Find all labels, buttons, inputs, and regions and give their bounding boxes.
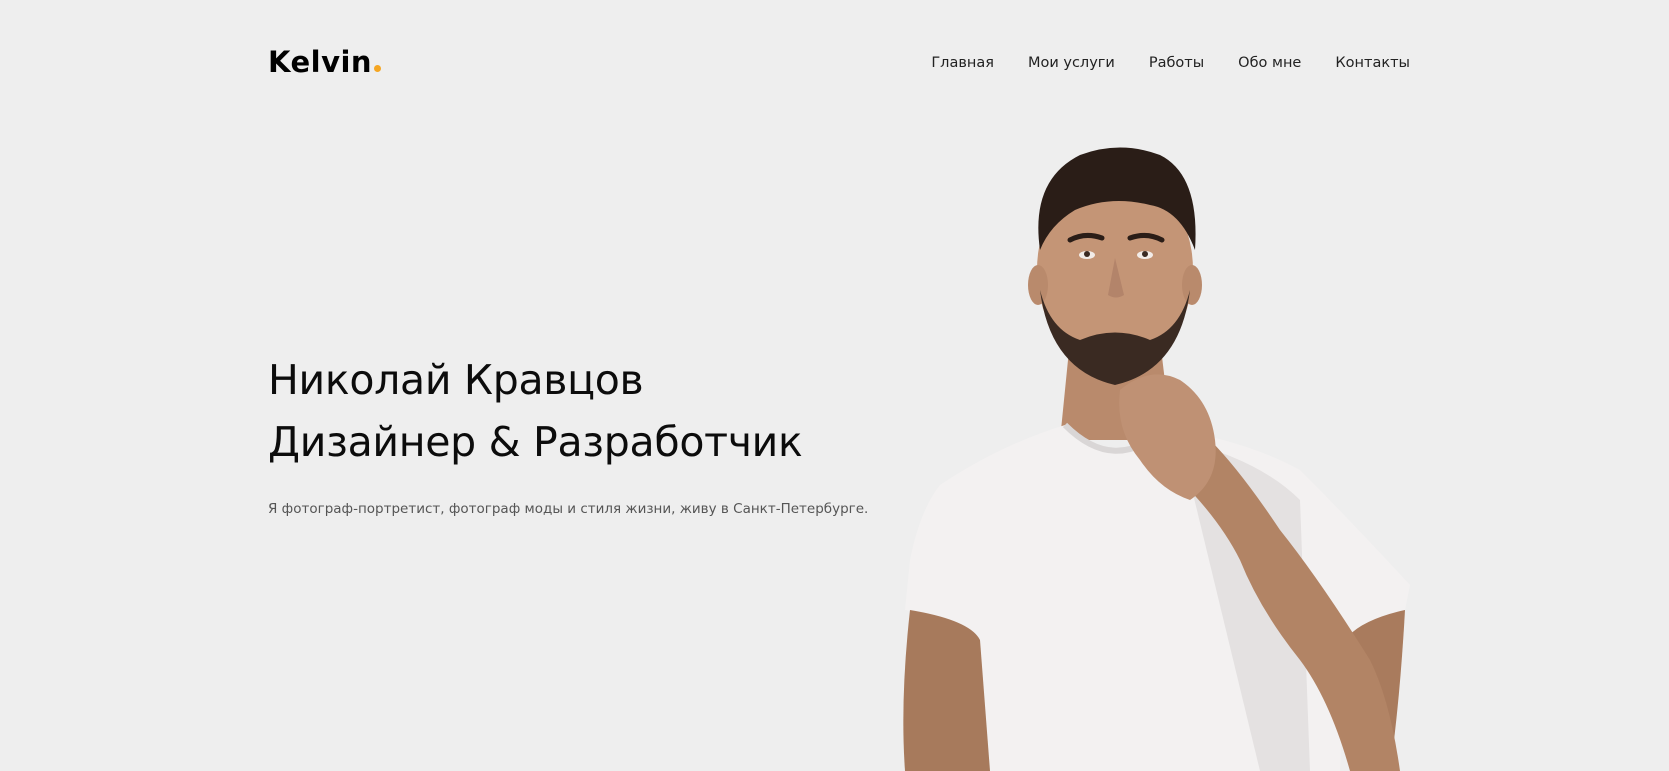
hero-name: Николай Кравцов <box>268 356 644 404</box>
logo-text: Kelvin <box>268 45 373 79</box>
main-navigation: Главная Мои услуги Работы Обо мне Контак… <box>931 55 1410 71</box>
logo-accent-dot <box>374 65 382 72</box>
nav-link-home[interactable]: Главная <box>931 55 994 71</box>
site-logo[interactable]: Kelvin <box>268 45 382 79</box>
portrait-photo <box>880 140 1440 771</box>
nav-link-works[interactable]: Работы <box>1149 55 1204 71</box>
hero-role: Дизайнер & Разработчик <box>268 418 803 466</box>
nav-link-about[interactable]: Обо мне <box>1238 55 1301 71</box>
nav-link-services[interactable]: Мои услуги <box>1028 55 1115 71</box>
hero-description: Я фотограф-портретист, фотограф моды и с… <box>268 501 869 517</box>
nav-link-contacts[interactable]: Контакты <box>1335 55 1410 71</box>
hero-section: Николай Кравцов Дизайнер & Разработчик Я… <box>268 349 888 517</box>
site-header: Kelvin Главная Мои услуги Работы Обо мне… <box>268 38 1410 86</box>
